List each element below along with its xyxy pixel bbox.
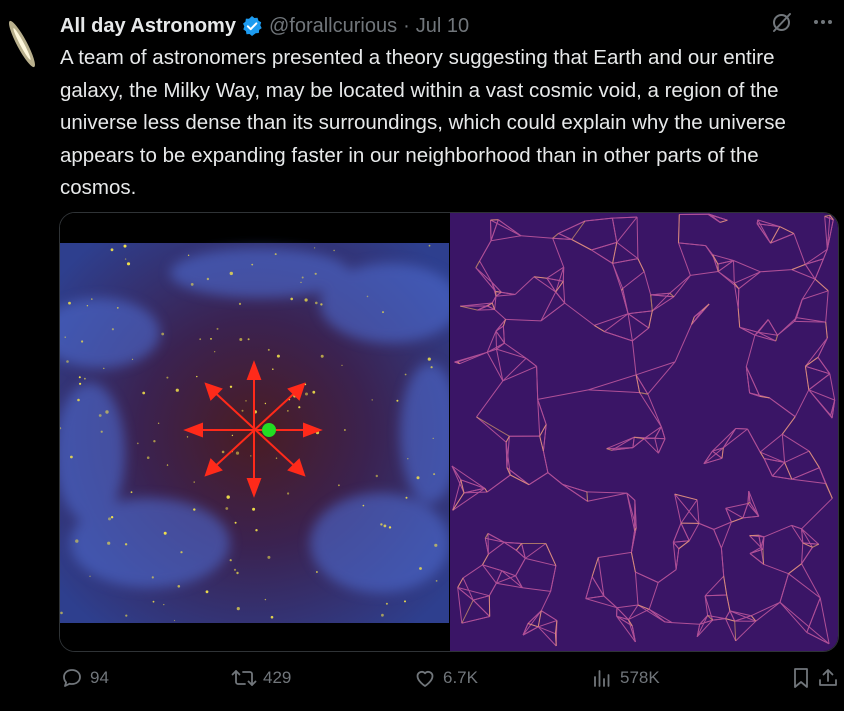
views-icon (594, 670, 610, 687)
like-button[interactable]: 6.7K (413, 666, 478, 690)
like-icon (416, 670, 434, 687)
repost-button[interactable]: 429 (231, 666, 291, 690)
bookmark-icon (794, 668, 808, 688)
more-icon[interactable] (812, 10, 834, 34)
void-simulation-image[interactable] (60, 213, 449, 651)
earth-marker (262, 423, 276, 437)
tweet-date[interactable]: Jul 10 (416, 15, 469, 38)
tweet-top-actions (770, 10, 834, 34)
reply-icon (63, 669, 81, 687)
author-name[interactable]: All day Astronomy (60, 15, 236, 38)
tweet-media[interactable] (59, 212, 839, 652)
view-count: 578K (620, 668, 660, 687)
tweet-header: All day Astronomy @forallcurious · Jul 1… (60, 12, 469, 40)
reply-button[interactable]: 94 (60, 666, 109, 690)
repost-icon (231, 670, 257, 686)
share-button[interactable] (816, 666, 844, 690)
share-icon (819, 669, 837, 686)
cosmic-web-image[interactable] (450, 213, 838, 651)
bookmark-button[interactable] (790, 666, 818, 690)
reply-count: 94 (90, 668, 109, 687)
separator-dot: · (403, 14, 410, 37)
grok-icon[interactable] (770, 10, 794, 34)
views-button[interactable]: 578K (590, 666, 660, 690)
repost-count: 429 (263, 668, 292, 687)
author-handle[interactable]: @forallcurious (269, 15, 397, 38)
verified-badge-icon[interactable] (241, 15, 263, 37)
author-avatar[interactable] (2, 14, 42, 72)
like-count: 6.7K (443, 668, 478, 687)
tweet-text: A team of astronomers presented a theory… (60, 46, 786, 199)
tweet-action-bar: 94 429 6.7K 578K (60, 666, 840, 702)
galaxy-avatar-image (9, 20, 35, 68)
